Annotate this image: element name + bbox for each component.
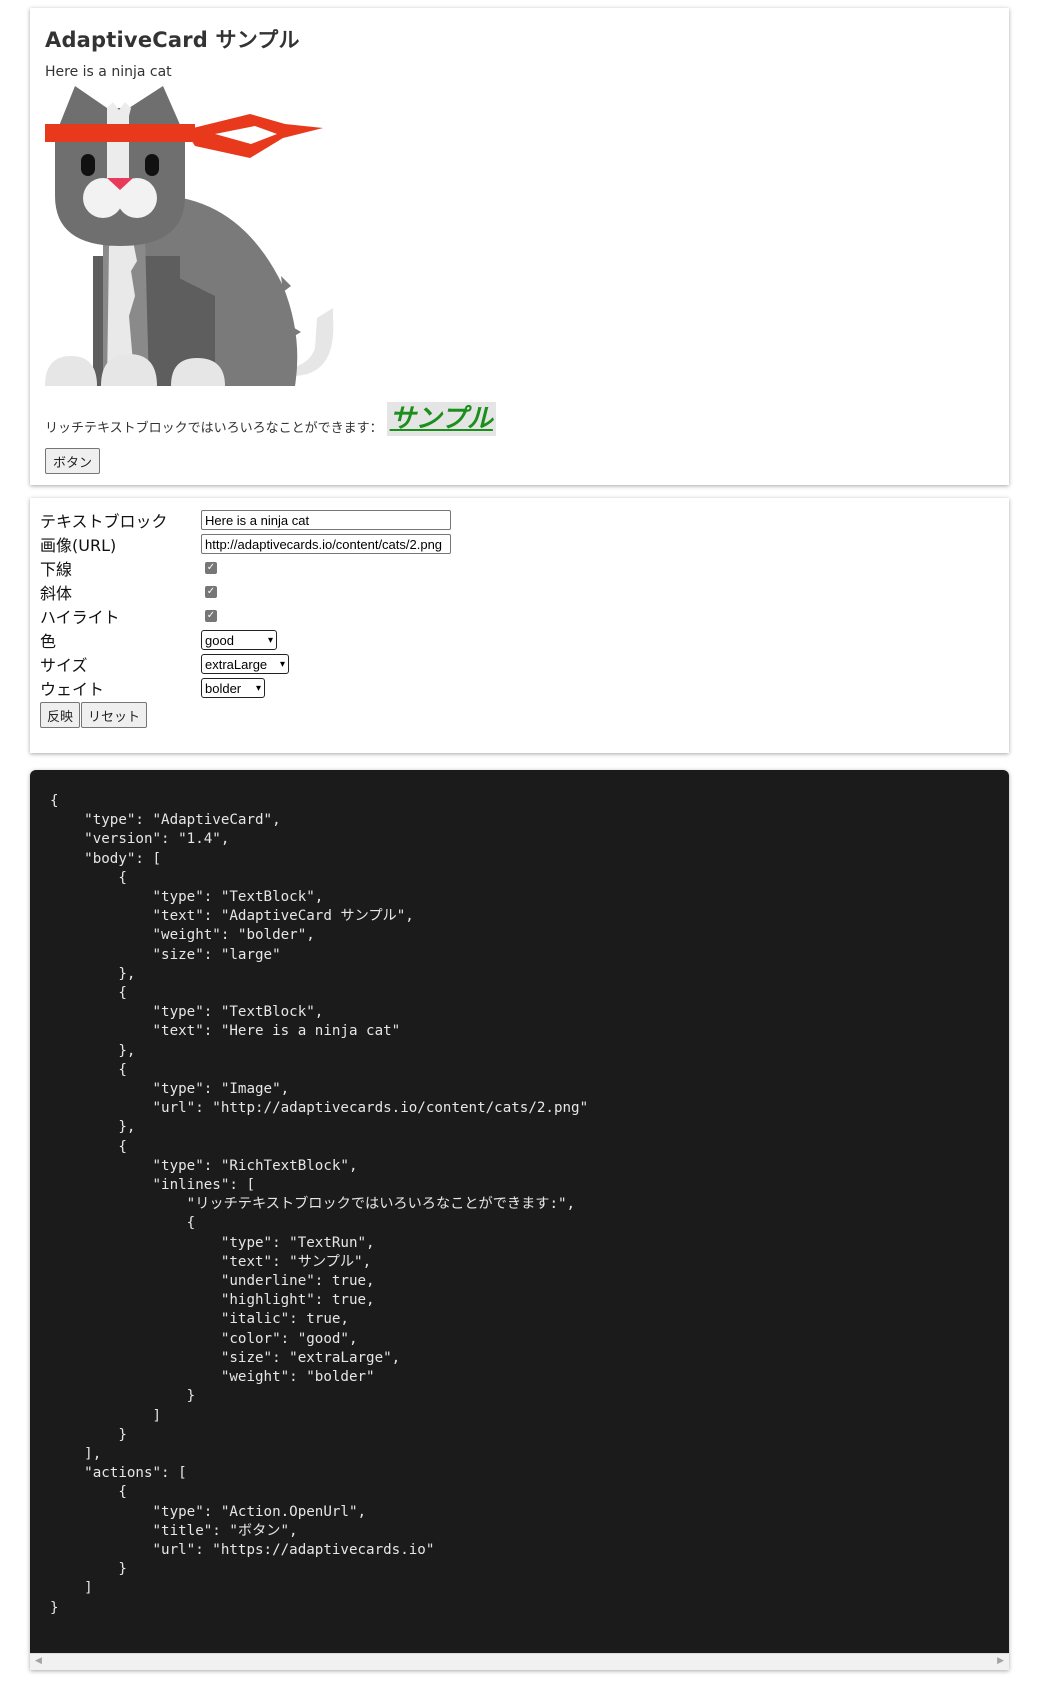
form-row-highlight: ハイライト ✓ [40,604,999,628]
form-row-size: サイズ extraLarge ▾ [40,652,999,676]
weight-select[interactable]: bolder ▾ [201,678,265,698]
chevron-down-icon: ▾ [267,634,273,646]
horizontal-scrollbar[interactable]: ◀ ▶ [30,1653,1009,1670]
form-row-underline: 下線 ✓ [40,556,999,580]
form-row-weight: ウェイト bolder ▾ [40,676,999,700]
card-subtitle: Here is a ninja cat [45,64,172,80]
color-label: 色 [40,632,57,651]
form-buttons: 反映 リセット [40,702,999,728]
adaptive-card-preview: AdaptiveCard サンプル Here is a ninja cat リッ… [30,8,1009,485]
scroll-left-icon[interactable]: ◀ [35,1656,42,1666]
rich-text-run: サンプル [386,402,496,436]
chevron-down-icon: ▾ [255,682,261,694]
form-row-textblock: テキストブロック [40,508,999,532]
italic-label: 斜体 [40,584,73,603]
weight-label: ウェイト [40,680,105,699]
italic-checkbox[interactable]: ✓ [205,586,217,598]
apply-button[interactable]: 反映 [40,702,81,728]
size-select[interactable]: extraLarge ▾ [201,654,289,674]
textblock-label: テキストブロック [40,512,168,531]
json-code-text: { "type": "AdaptiveCard", "version": "1.… [50,793,589,1616]
rich-text-block: リッチテキストブロックではいろいろなことができます： サンプル [45,398,994,436]
json-code-view[interactable]: { "type": "AdaptiveCard", "version": "1.… [30,770,1009,1670]
card-title: AdaptiveCard サンプル [45,28,300,52]
form-row-italic: 斜体 ✓ [40,580,999,604]
underline-label: 下線 [40,560,73,579]
highlight-label: ハイライト [40,608,120,627]
form-row-image-url: 画像(URL) [40,532,999,556]
textblock-input[interactable] [201,510,451,530]
size-label: サイズ [40,656,88,675]
weight-select-value: bolder [205,680,242,696]
card-editor-form: テキストブロック 画像(URL) 下線 ✓ 斜体 ✓ ハイライト ✓ 色 goo… [30,498,1009,753]
chevron-down-icon: ▾ [279,658,285,670]
color-select-value: good [205,632,234,648]
image-url-input[interactable] [201,534,451,554]
rich-text-prefix: リッチテキストブロックではいろいろなことができます： [45,421,383,436]
open-url-button[interactable]: ボタン [45,448,101,474]
color-select[interactable]: good ▾ [201,630,277,650]
highlight-checkbox[interactable]: ✓ [205,610,217,622]
ninja-cat-image [45,86,345,388]
scroll-right-icon[interactable]: ▶ [997,1656,1004,1666]
image-url-label: 画像(URL) [40,536,117,555]
reset-button[interactable]: リセット [81,702,148,728]
form-row-color: 色 good ▾ [40,628,999,652]
size-select-value: extraLarge [205,656,268,672]
underline-checkbox[interactable]: ✓ [205,562,217,574]
